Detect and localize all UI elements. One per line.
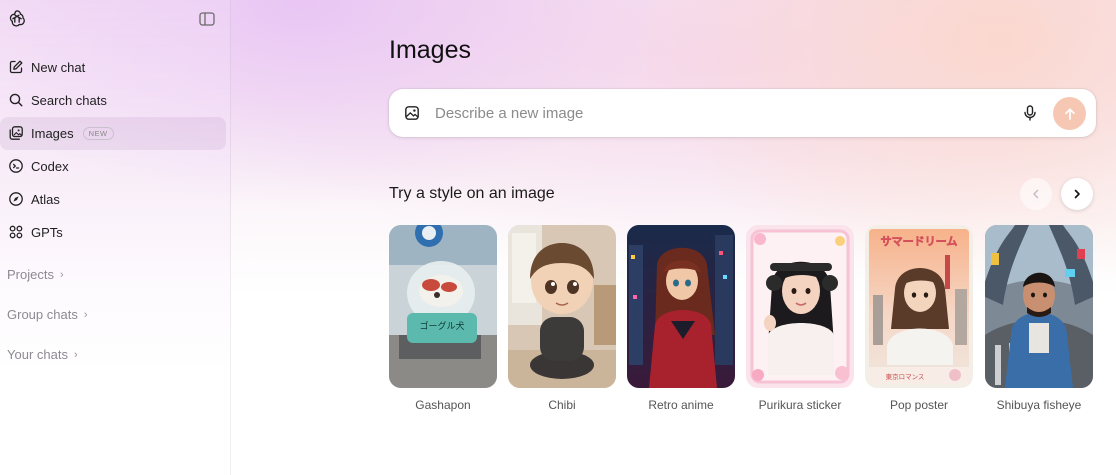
- style-thumbnail: ゴーグル犬: [389, 225, 497, 388]
- style-card-chibi[interactable]: Chibi: [508, 225, 616, 412]
- sidebar: New chat Search chats Images NEW Codex A…: [0, 0, 231, 475]
- chevron-right-icon: [1074, 189, 1080, 199]
- chevron-left-icon: [1033, 189, 1039, 199]
- sidebar-item-label: Codex: [31, 159, 69, 174]
- sidebar-item-atlas[interactable]: Atlas: [0, 183, 226, 216]
- image-prompt-input[interactable]: [435, 101, 995, 125]
- microphone-icon[interactable]: [1021, 104, 1039, 122]
- section-label: Group chats: [7, 307, 78, 322]
- image-prompt-box: [389, 89, 1096, 137]
- openai-logo-icon[interactable]: [6, 8, 28, 30]
- style-card-purikura-sticker[interactable]: Purikura sticker: [746, 225, 854, 412]
- sidebar-item-label: GPTs: [31, 225, 63, 240]
- style-card-label: Pop poster: [889, 398, 949, 412]
- compose-icon: [9, 60, 23, 74]
- style-card-gashapon[interactable]: ゴーグル犬 Gashapon: [389, 225, 497, 412]
- sidebar-item-new-chat[interactable]: New chat: [0, 51, 226, 84]
- style-card-pop-poster[interactable]: サマードリーム 東京ロマンス Pop poster: [865, 225, 973, 412]
- sidebar-item-gpts[interactable]: GPTs: [0, 216, 226, 249]
- new-badge: NEW: [82, 127, 114, 140]
- style-thumbnail: [508, 225, 616, 388]
- search-icon: [9, 93, 23, 107]
- images-icon: [9, 126, 23, 140]
- carousel-next-button[interactable]: [1061, 178, 1093, 210]
- style-card-label: Retro anime: [648, 398, 714, 412]
- style-thumbnail: [746, 225, 854, 388]
- grid-icon: [9, 225, 23, 239]
- style-thumbnail: [985, 225, 1093, 388]
- arrow-up-icon: [1064, 107, 1075, 120]
- sidebar-item-label: New chat: [31, 60, 86, 75]
- section-label: Projects: [7, 267, 54, 282]
- sidebar-section-your-chats[interactable]: Your chats ›: [7, 347, 78, 362]
- sidebar-item-images[interactable]: Images NEW: [0, 117, 226, 150]
- compass-icon: [9, 192, 23, 206]
- sidebar-section-projects[interactable]: Projects ›: [7, 267, 64, 282]
- style-card-shibuya-fisheye[interactable]: Shibuya fisheye: [985, 225, 1093, 412]
- chevron-right-icon: ›: [59, 268, 64, 281]
- poster-title-text: サマードリーム: [881, 235, 958, 248]
- style-cards-row: ゴーグル犬 Gashapon Chibi Retro anime Purikur…: [389, 225, 1109, 425]
- style-thumbnail: [627, 225, 735, 388]
- sidebar-section-group-chats[interactable]: Group chats ›: [7, 307, 88, 322]
- style-card-label: Gashapon: [415, 398, 471, 412]
- sidebar-item-label: Search chats: [31, 93, 107, 108]
- sidebar-nav: New chat Search chats Images NEW Codex A…: [0, 51, 231, 249]
- chevron-right-icon: ›: [73, 348, 78, 361]
- sidebar-item-label: Atlas: [31, 192, 60, 207]
- style-card-label: Chibi: [548, 398, 576, 412]
- style-card-label: Purikura sticker: [758, 398, 842, 412]
- style-card-retro-anime[interactable]: Retro anime: [627, 225, 735, 412]
- main-content: Images Try a style on an image: [231, 0, 1116, 475]
- style-thumbnail: サマードリーム 東京ロマンス: [865, 225, 973, 388]
- carousel-prev-button[interactable]: [1020, 178, 1052, 210]
- image-upload-icon[interactable]: [404, 105, 420, 121]
- codex-icon: [9, 159, 23, 173]
- sidebar-item-codex[interactable]: Codex: [0, 150, 226, 183]
- sidebar-toggle-icon[interactable]: [198, 10, 216, 28]
- styles-section-title: Try a style on an image: [389, 185, 555, 202]
- sidebar-item-label: Images: [31, 126, 74, 141]
- style-card-label: Shibuya fisheye: [996, 398, 1082, 412]
- sidebar-item-search-chats[interactable]: Search chats: [0, 84, 226, 117]
- send-button[interactable]: [1053, 97, 1086, 130]
- gashapon-label-text: ゴーグル犬: [419, 320, 464, 332]
- poster-footer-text: 東京ロマンス: [886, 372, 925, 381]
- page-title: Images: [389, 36, 471, 64]
- section-label: Your chats: [7, 347, 68, 362]
- chevron-right-icon: ›: [83, 308, 88, 321]
